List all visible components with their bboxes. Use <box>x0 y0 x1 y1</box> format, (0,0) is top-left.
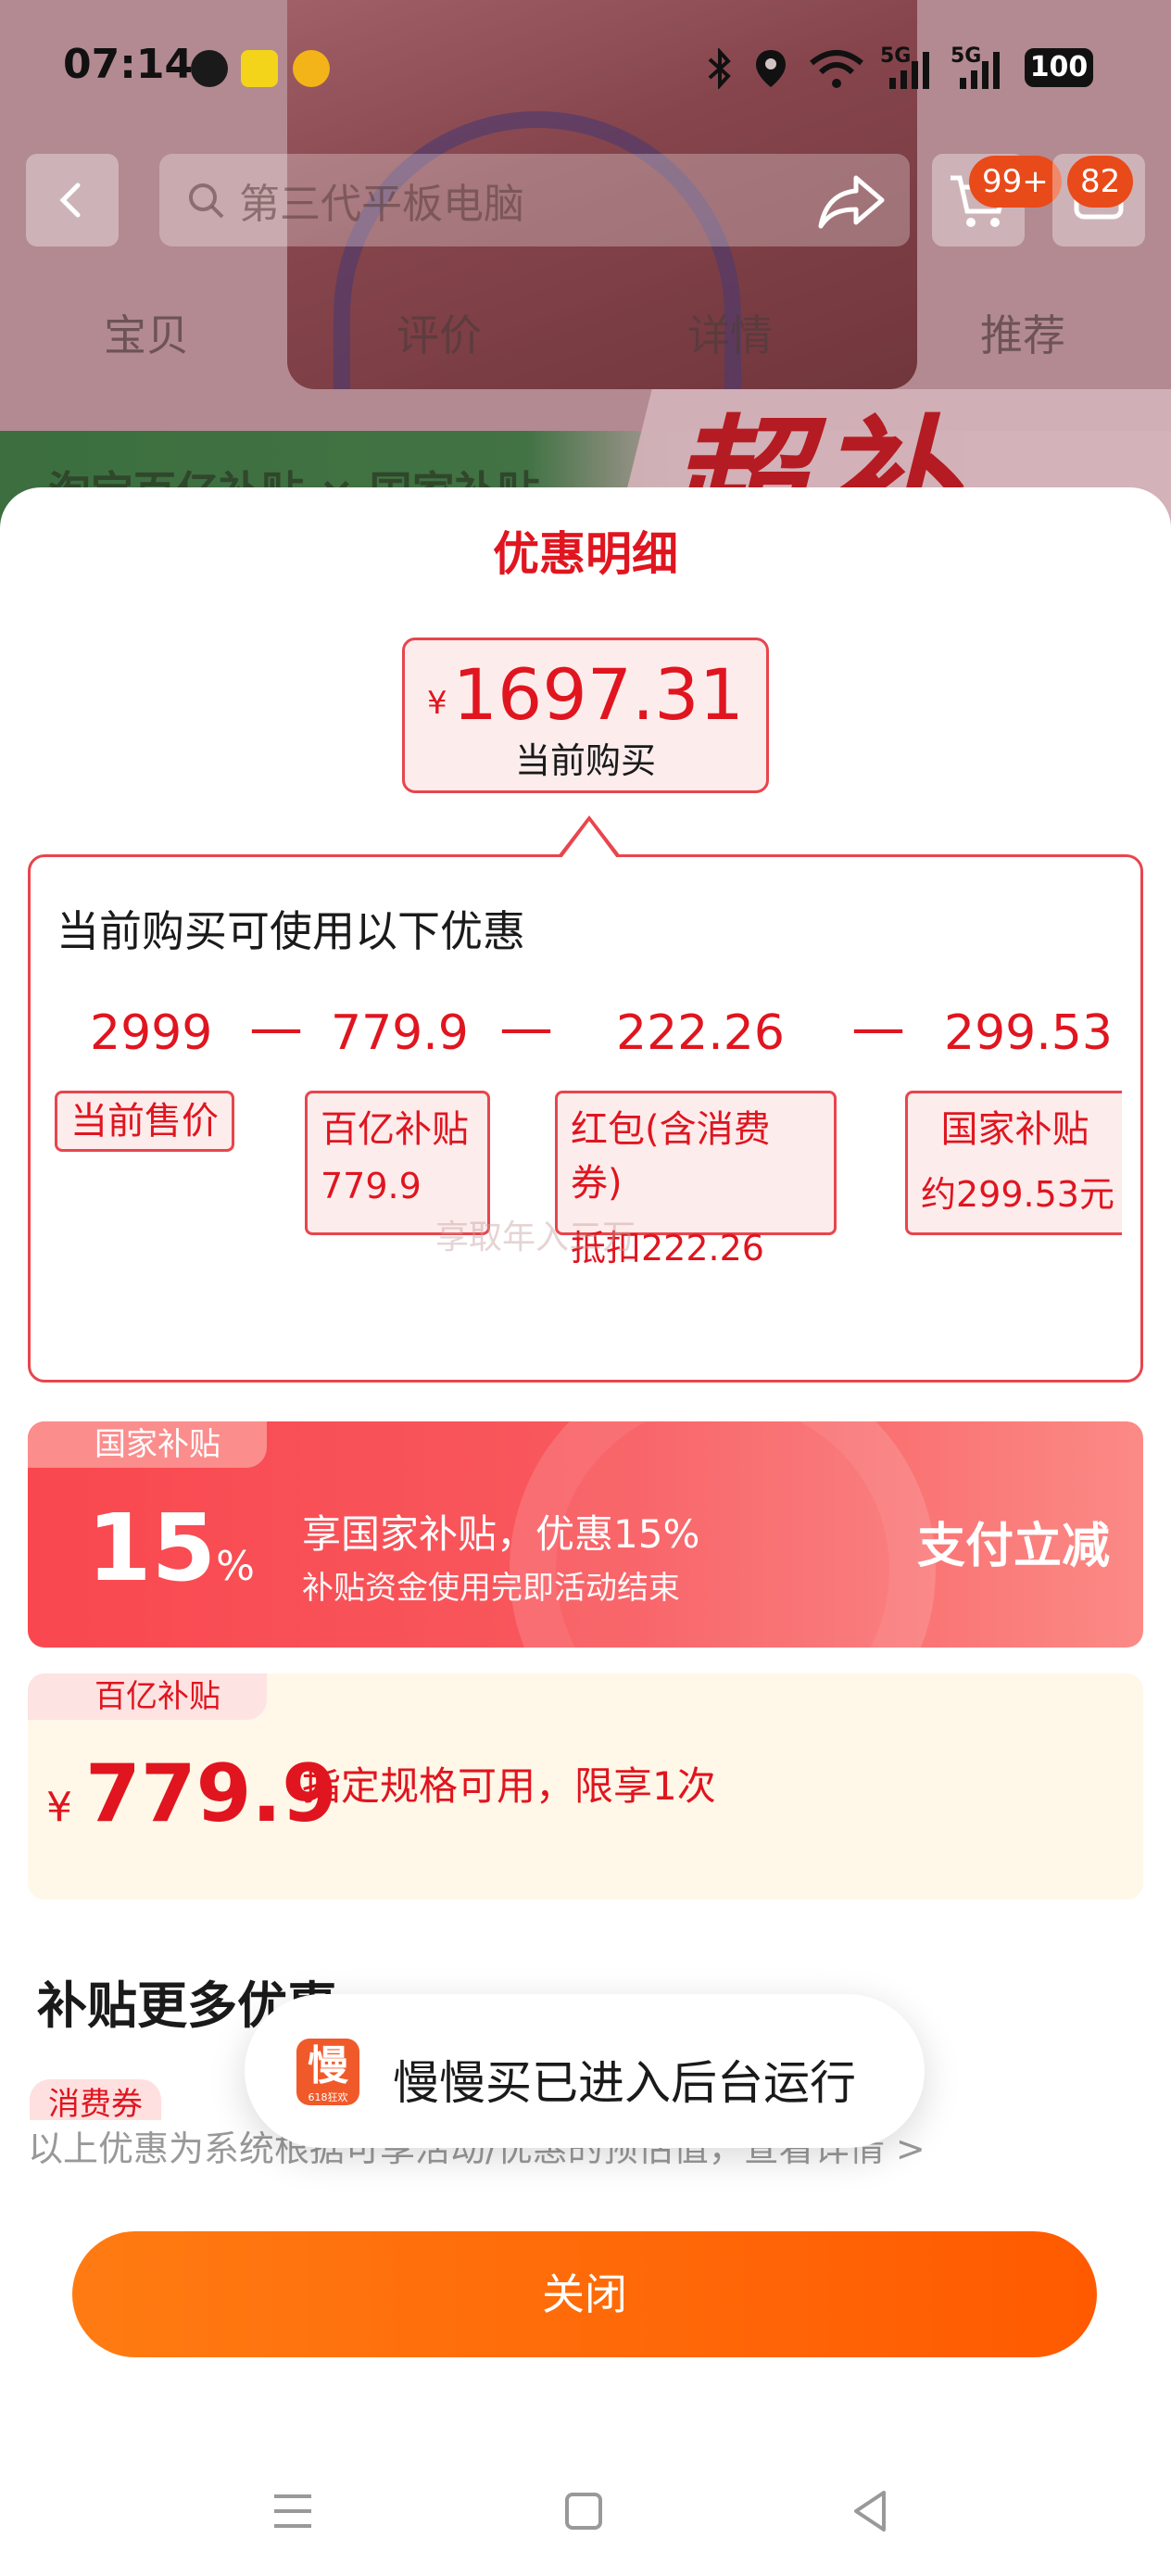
share-icon[interactable] <box>815 165 889 239</box>
chip-label: 红包(含消费券) <box>571 1108 771 1205</box>
manmanmai-app-icon: 慢 618狂欢 <box>296 2039 359 2105</box>
gov-subsidy-card[interactable]: 国家补贴 15% 享国家补贴，优惠15% 补贴资金使用完即活动结束 支付立减 <box>28 1421 1143 1648</box>
sheet-title: 优惠明细 <box>493 527 678 581</box>
chevron-left-icon <box>59 183 81 218</box>
chip-sub: 约299.53元 <box>921 1174 1114 1215</box>
chip-sub: 779.9 <box>321 1166 422 1206</box>
bai-subsidy-desc: 指定规格可用，限享1次 <box>302 1763 716 1809</box>
search-placeholder: 第三代平板电脑 <box>239 181 524 228</box>
status-bar: 07:14 5G 5G 100 <box>0 0 1171 139</box>
bai-subsidy-amount: ¥779.9 <box>46 1748 337 1840</box>
tab-reviews[interactable]: 评价 <box>397 302 482 363</box>
signal-icon-2 <box>960 52 1000 89</box>
currency-symbol: ¥ <box>46 1784 72 1831</box>
signal-icon-1 <box>889 52 929 89</box>
wifi-icon <box>810 50 863 88</box>
back-button[interactable] <box>26 154 119 246</box>
minus-operator: — <box>249 996 303 1059</box>
system-navigation-bar <box>0 2456 1171 2576</box>
calc-red-packet: 222.26 <box>616 1005 785 1061</box>
product-tabs: 宝贝 评价 详情 推荐 <box>0 278 1171 380</box>
calc-gov-subsidy: 299.53 <box>944 1005 1113 1061</box>
chip-gov-subsidy: 国家补贴 约299.53元 <box>905 1091 1122 1235</box>
cart-badge: 99+ <box>969 156 1062 208</box>
currency-symbol: ¥ <box>427 685 447 722</box>
gov-subsidy-percent: 15% <box>87 1494 255 1602</box>
search-bar[interactable]: 第三代平板电脑 <box>159 154 910 246</box>
coupon-chip: 消费券 <box>30 2079 161 2120</box>
current-price: ¥1697.31 <box>405 653 766 736</box>
gov-subsidy-action: 支付立减 <box>916 1519 1110 1574</box>
search-icon <box>189 183 224 219</box>
tab-item[interactable]: 宝贝 <box>104 302 189 363</box>
chip-label: 当前售价 <box>70 1100 219 1143</box>
gov-subsidy-title: 享国家补贴，优惠15% <box>302 1511 700 1557</box>
bai-subsidy-tag: 百亿补贴 <box>28 1673 267 1720</box>
close-button[interactable]: 关闭 <box>72 2231 1097 2357</box>
gov-subsidy-desc: 补贴资金使用完即活动结束 <box>302 1570 680 1607</box>
callout-arrow-fill <box>561 821 617 858</box>
current-price-box: ¥1697.31 当前购买 <box>402 638 769 793</box>
chip-label: 百亿补贴 <box>321 1108 469 1151</box>
bluetooth-icon <box>708 48 731 89</box>
app-notification-icon <box>241 50 278 87</box>
percent-value: 15 <box>87 1494 217 1602</box>
watermark: 享取年入三万 <box>435 1219 636 1256</box>
calc-original-price: 2999 <box>90 1005 213 1061</box>
discount-breakdown-card: 当前购买可使用以下优惠 2999 — 779.9 — 222.26 — 299.… <box>28 854 1143 1383</box>
breakdown-heading: 当前购买可使用以下优惠 <box>57 906 525 956</box>
chip-current-price: 当前售价 <box>55 1091 234 1152</box>
back-nav-icon[interactable] <box>843 2483 899 2539</box>
menu-icon[interactable] <box>265 2483 321 2539</box>
app-icon-sub: 618狂欢 <box>308 2091 348 2103</box>
home-icon[interactable] <box>556 2483 611 2539</box>
bai-amount-value: 779.9 <box>85 1748 338 1840</box>
toast-message: 慢慢买已进入后台运行 <box>393 2056 856 2110</box>
minus-operator: — <box>499 996 553 1059</box>
message-badge: 82 <box>1067 156 1134 208</box>
gov-subsidy-tag: 国家补贴 <box>28 1421 267 1468</box>
percent-unit: % <box>216 1543 255 1590</box>
discount-detail-sheet: 优惠明细 ¥1697.31 当前购买 当前购买可使用以下优惠 2999 — 77… <box>0 487 1171 2576</box>
weibo-icon <box>293 50 330 87</box>
tab-recommend[interactable]: 推荐 <box>980 302 1065 363</box>
current-price-label: 当前购买 <box>514 740 656 781</box>
status-time: 07:14 <box>63 41 194 88</box>
tab-details[interactable]: 详情 <box>687 302 773 363</box>
chip-label: 国家补贴 <box>940 1108 1089 1151</box>
minus-operator: — <box>851 996 905 1059</box>
background-running-toast: 慢 618狂欢 慢慢买已进入后台运行 <box>245 1994 925 2148</box>
battery-indicator: 100 <box>1025 48 1093 87</box>
bai-subsidy-card[interactable]: 百亿补贴 ¥779.9 指定规格可用，限享1次 <box>28 1673 1143 1900</box>
app-icon-glyph: 慢 <box>308 2042 348 2090</box>
calc-bai-subsidy: 779.9 <box>331 1005 469 1061</box>
current-price-amount: 1697.31 <box>452 653 744 736</box>
wechat-icon <box>191 50 228 87</box>
location-icon <box>756 50 786 87</box>
